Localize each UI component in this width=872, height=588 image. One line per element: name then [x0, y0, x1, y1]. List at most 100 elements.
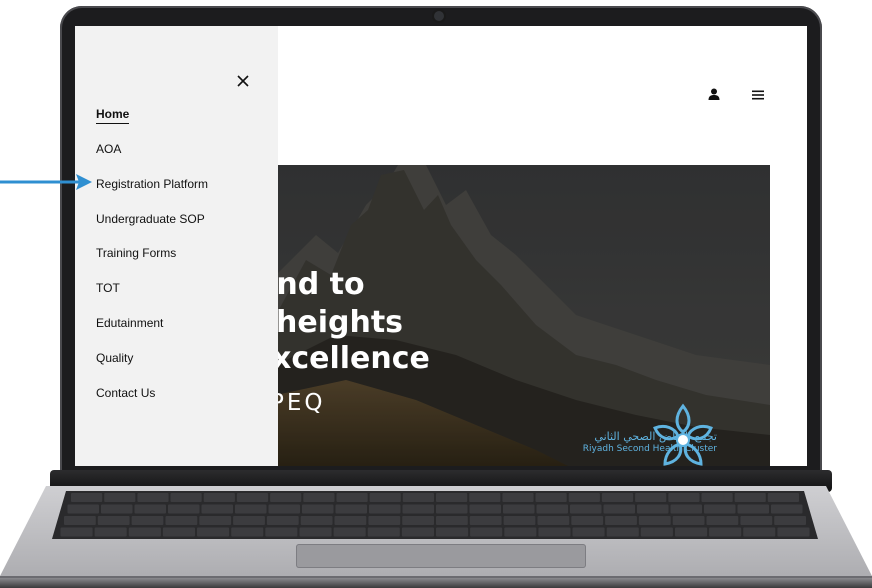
keyboard-key: [201, 504, 233, 514]
keyboard-key: [606, 527, 639, 537]
keyboard-key: [601, 493, 634, 502]
keyboard-key: [303, 493, 335, 502]
hero-heading-line-3: xcellence: [276, 341, 430, 376]
keyboard-key: [64, 516, 96, 525]
keyboard-key: [265, 527, 298, 537]
keyboard-key: [168, 504, 200, 514]
trackpad[interactable]: [296, 544, 586, 568]
keyboard-key: [470, 527, 503, 537]
sidebar-item-tot[interactable]: TOT: [96, 281, 120, 295]
keyboard: [52, 491, 818, 539]
sidebar-nav-drawer: Home AOA Registration Platform Undergrad…: [75, 26, 278, 466]
laptop-screen: end to heights xcellence PEQ تجمع الرياض…: [75, 26, 807, 466]
keyboard-key: [743, 527, 776, 537]
keyboard-key: [104, 493, 136, 502]
sidebar-item-training-forms[interactable]: Training Forms: [96, 246, 176, 260]
keyboard-key: [300, 516, 333, 525]
keyboard-key: [637, 504, 669, 514]
keyboard-key: [368, 516, 401, 525]
arrow-right-icon: [0, 174, 92, 190]
keyboard-key: [436, 493, 468, 502]
keyboard-key: [137, 493, 169, 502]
keyboard-key: [236, 493, 269, 502]
keyboard-key: [709, 527, 742, 537]
close-icon[interactable]: [236, 74, 250, 88]
keyboard-key: [268, 504, 300, 514]
keyboard-key: [740, 516, 773, 525]
keyboard-key: [402, 493, 434, 502]
keyboard-key: [162, 527, 195, 537]
keyboard-key: [436, 516, 468, 525]
sidebar-item-undergraduate-sop[interactable]: Undergraduate SOP: [96, 212, 205, 226]
sidebar-item-quality[interactable]: Quality: [96, 351, 133, 365]
keyboard-key: [197, 527, 230, 537]
cluster-logo-icon: [653, 403, 713, 466]
keyboard-key: [504, 527, 537, 537]
keyboard-key: [97, 516, 130, 525]
keyboard-key: [572, 527, 605, 537]
hero-heading-line-2: heights: [276, 305, 404, 340]
keyboard-key: [502, 493, 534, 502]
keyboard-key: [369, 504, 401, 514]
keyboard-key: [668, 493, 700, 502]
keyboard-key: [469, 504, 501, 514]
keyboard-key: [334, 516, 367, 525]
keyboard-key: [701, 493, 733, 502]
keyboard-key: [503, 516, 536, 525]
keyboard-key: [367, 527, 400, 537]
keyboard-key: [603, 504, 635, 514]
keyboard-key: [535, 493, 567, 502]
user-icon[interactable]: [707, 87, 721, 101]
sidebar-item-registration-platform[interactable]: Registration Platform: [96, 177, 208, 191]
keyboard-key: [538, 527, 571, 537]
keyboard-key: [233, 516, 265, 525]
keyboard-key: [777, 527, 810, 537]
keyboard-key: [67, 504, 99, 514]
hero-subheading: PEQ: [276, 390, 326, 416]
keyboard-key: [302, 504, 334, 514]
keyboard-key: [605, 516, 637, 525]
keyboard-key: [170, 493, 202, 502]
webcam-icon: [434, 11, 444, 21]
keyboard-key: [635, 493, 667, 502]
keyboard-key: [675, 527, 708, 537]
sidebar-item-contact-us[interactable]: Contact Us: [96, 386, 155, 400]
keyboard-key: [734, 493, 766, 502]
keyboard-key: [60, 527, 93, 537]
keyboard-key: [706, 516, 739, 525]
keyboard-key: [767, 493, 799, 502]
keyboard-key: [231, 527, 264, 537]
sidebar-item-aoa[interactable]: AOA: [96, 142, 121, 156]
keyboard-key: [436, 504, 468, 514]
keyboard-key: [571, 516, 604, 525]
laptop-base-edge: [0, 578, 872, 588]
keyboard-key: [299, 527, 332, 537]
keyboard-key: [737, 504, 769, 514]
keyboard-key: [128, 527, 161, 537]
keyboard-key: [537, 516, 570, 525]
hamburger-menu-icon[interactable]: [751, 88, 765, 102]
keyboard-key: [774, 516, 806, 525]
keyboard-key: [203, 493, 235, 502]
keyboard-key: [270, 493, 302, 502]
keyboard-key: [402, 516, 434, 525]
keyboard-key: [369, 493, 401, 502]
keyboard-key: [672, 516, 705, 525]
keyboard-key: [536, 504, 568, 514]
keyboard-key: [199, 516, 232, 525]
keyboard-key: [469, 516, 502, 525]
keyboard-key: [71, 493, 103, 502]
keyboard-key: [771, 504, 803, 514]
keyboard-key: [266, 516, 299, 525]
sidebar-item-home[interactable]: Home: [96, 107, 130, 124]
keyboard-key: [94, 527, 127, 537]
sidebar-item-edutainment[interactable]: Edutainment: [96, 316, 163, 330]
hero-heading-line-1: end to: [276, 267, 365, 302]
keyboard-key: [336, 493, 368, 502]
keyboard-key: [333, 527, 366, 537]
keyboard-key: [704, 504, 736, 514]
keyboard-key: [670, 504, 702, 514]
keyboard-key: [570, 504, 602, 514]
keyboard-key: [402, 504, 434, 514]
keyboard-key: [335, 504, 367, 514]
